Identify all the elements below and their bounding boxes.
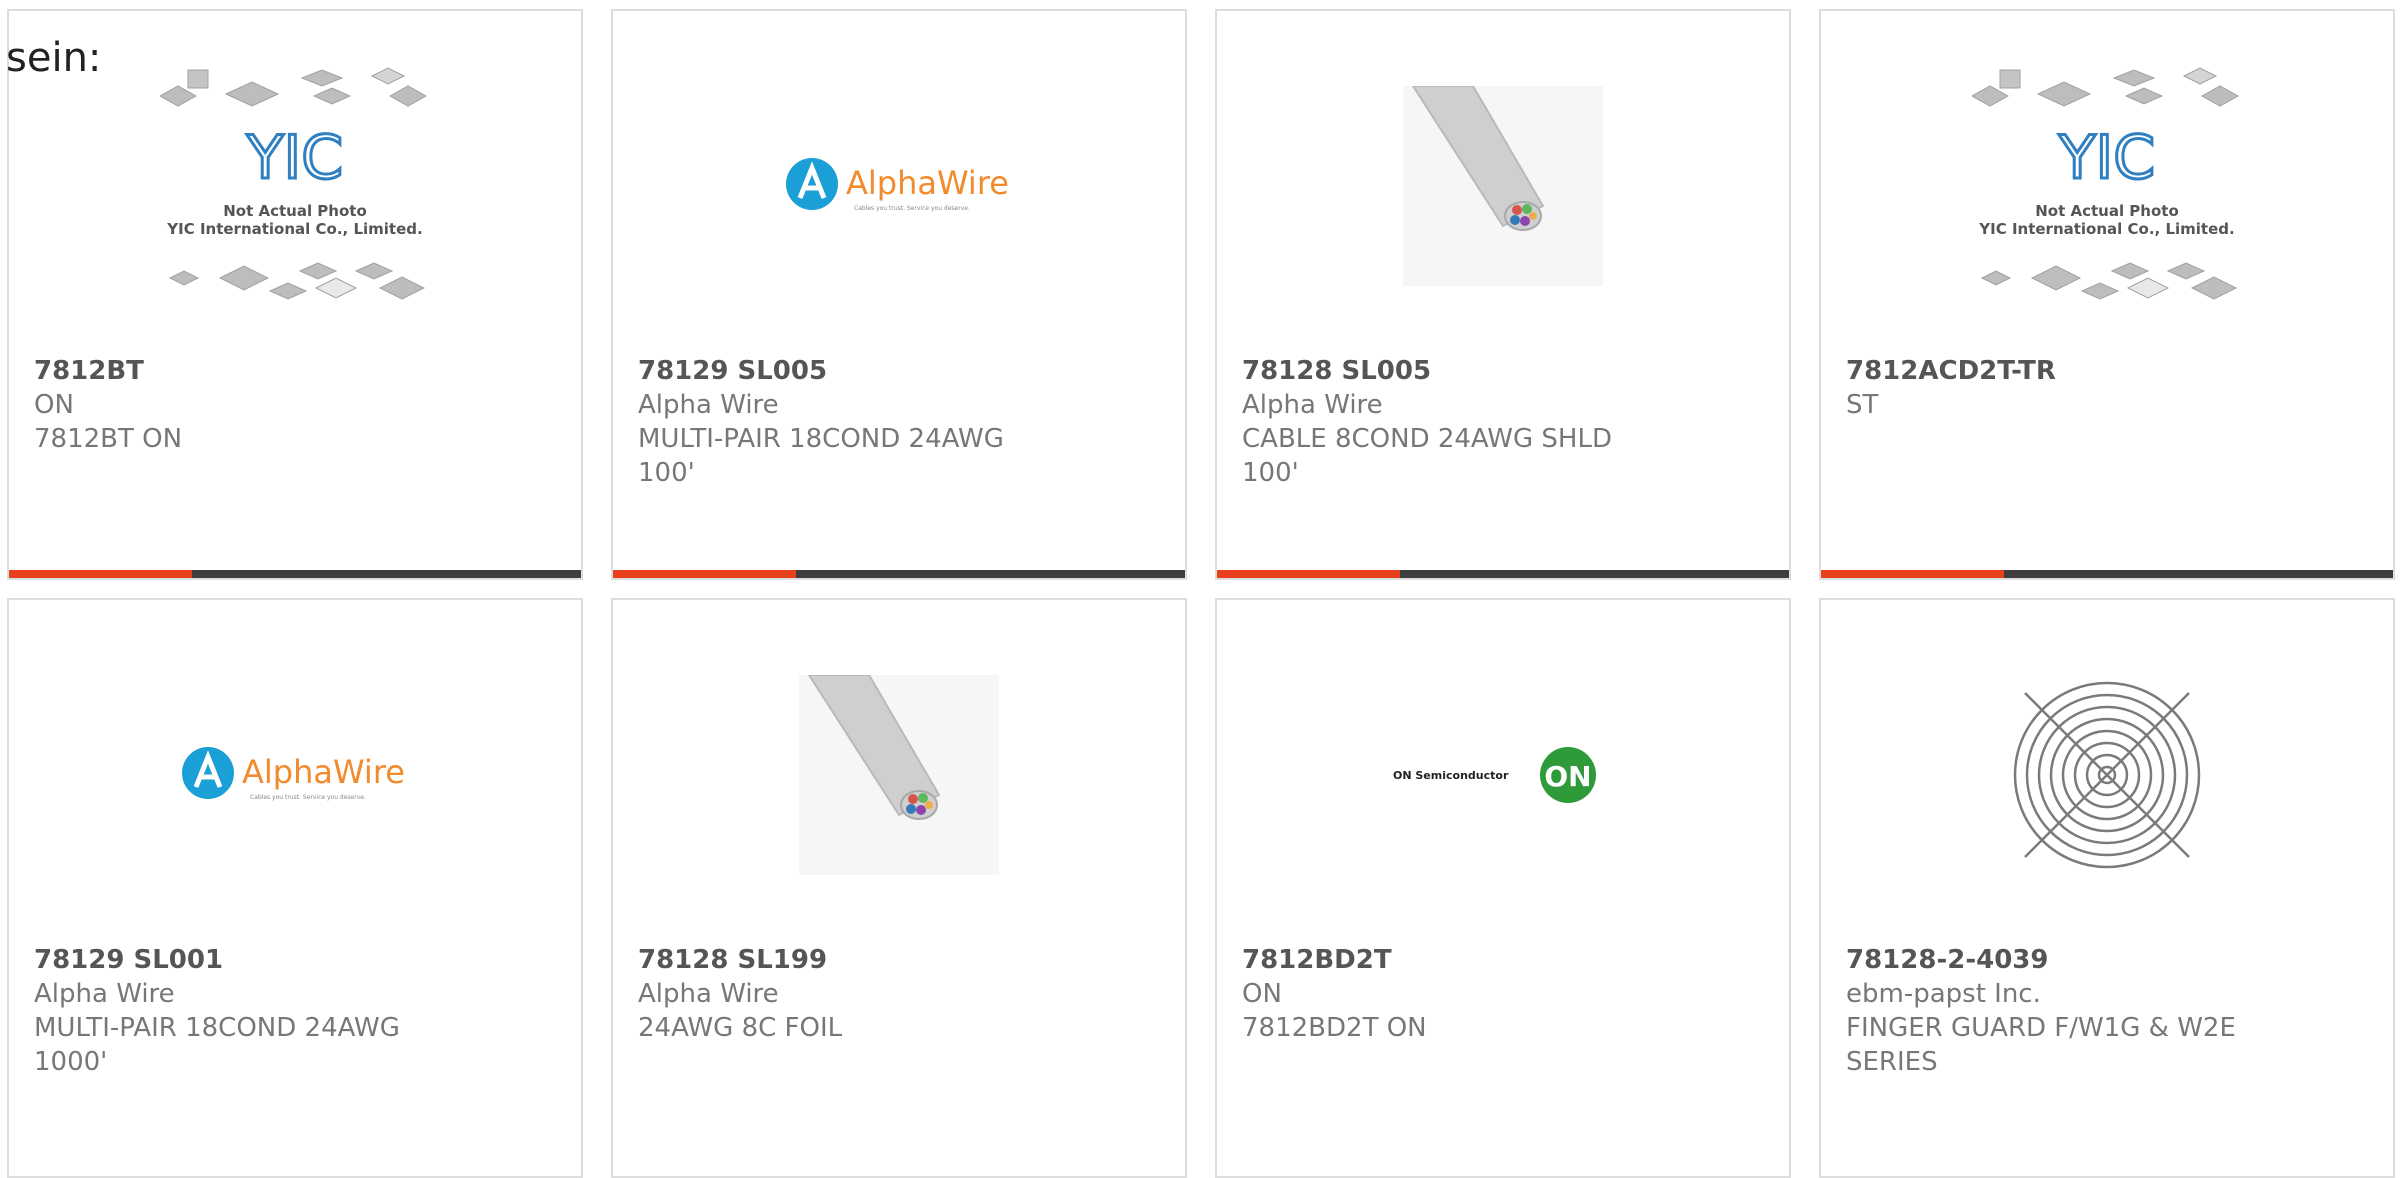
image-caption-line2: YIC International Co., Limited. bbox=[166, 220, 422, 238]
product-image[interactable]: AlphaWire Cables you trust. Service you … bbox=[9, 660, 581, 890]
card-bottom-bar bbox=[1217, 570, 1789, 578]
cable-icon bbox=[799, 675, 999, 875]
manufacturer: ST bbox=[1846, 390, 1879, 420]
product-card[interactable]: YIC Not Actual Photo YIC International C… bbox=[7, 9, 583, 580]
on-semiconductor-logo-icon: ON Semiconductor ON bbox=[1393, 747, 1596, 803]
card-accent bbox=[613, 570, 796, 578]
description: 24AWG 8C FOIL bbox=[638, 1013, 843, 1043]
product-image[interactable]: YIC Not Actual Photo YIC International C… bbox=[1821, 67, 2393, 301]
manufacturer: Alpha Wire bbox=[1242, 390, 1383, 420]
manufacturer: ebm-papst Inc. bbox=[1846, 979, 2041, 1009]
part-number[interactable]: 7812BT bbox=[34, 354, 454, 388]
card-accent bbox=[9, 570, 192, 578]
on-badge-text: ON bbox=[1544, 760, 1591, 793]
alphawire-logo-icon: AlphaWire Cables you trust. Service you … bbox=[786, 158, 1009, 212]
yic-logo-text: YIC bbox=[2058, 123, 2155, 193]
alphawire-tagline: Cables you trust. Service you deserve. bbox=[854, 205, 970, 212]
product-card[interactable]: AlphaWire Cables you trust. Service you … bbox=[611, 9, 1187, 580]
card-bottom-bar bbox=[1821, 570, 2393, 578]
card-bottom-bar bbox=[9, 570, 581, 578]
card-bottom-bar bbox=[613, 570, 1185, 578]
on-semi-logo-text: ON Semiconductor bbox=[1393, 769, 1509, 782]
description: 7812BD2T ON bbox=[1242, 1013, 1427, 1043]
product-card[interactable]: 78128 SL199 Alpha Wire 24AWG 8C FOIL bbox=[611, 598, 1187, 1178]
part-number[interactable]: 78128 SL199 bbox=[638, 943, 1058, 977]
card-accent bbox=[1217, 570, 1400, 578]
product-info: 78128-2-4039 ebm-papst Inc. FINGER GUARD… bbox=[1846, 943, 2266, 1079]
manufacturer: Alpha Wire bbox=[638, 390, 779, 420]
finger-guard-icon bbox=[2013, 681, 2201, 869]
alphawire-logo-text: AlphaWire bbox=[846, 164, 1009, 202]
part-number[interactable]: 78128 SL005 bbox=[1242, 354, 1662, 388]
alphawire-tagline: Cables you trust. Service you deserve. bbox=[250, 794, 366, 801]
product-image[interactable]: AlphaWire Cables you trust. Service you … bbox=[613, 71, 1185, 301]
lead-text: sein: bbox=[6, 35, 102, 81]
manufacturer: Alpha Wire bbox=[638, 979, 779, 1009]
product-info: 78128 SL005 Alpha Wire CABLE 8COND 24AWG… bbox=[1242, 354, 1662, 490]
product-card[interactable]: ON Semiconductor ON 7812BD2T ON 7812BD2T… bbox=[1215, 598, 1791, 1178]
product-info: 78129 SL001 Alpha Wire MULTI-PAIR 18COND… bbox=[34, 943, 454, 1079]
description: MULTI-PAIR 18COND 24AWG 1000' bbox=[34, 1013, 400, 1077]
yic-logo-text: YIC bbox=[246, 123, 343, 193]
product-image[interactable] bbox=[1821, 660, 2393, 890]
card-accent bbox=[1821, 570, 2004, 578]
manufacturer: ON bbox=[1242, 979, 1282, 1009]
product-image[interactable]: ON Semiconductor ON bbox=[1217, 660, 1789, 890]
product-info: 7812ACD2T-TR ST bbox=[1846, 354, 2266, 422]
alphawire-logo-text: AlphaWire bbox=[242, 753, 405, 791]
description: 7812BT ON bbox=[34, 424, 183, 454]
cable-icon bbox=[1403, 86, 1603, 286]
product-image[interactable]: YIC Not Actual Photo YIC International C… bbox=[9, 67, 581, 301]
chip-placeholder-icon: YIC Not Actual Photo YIC International C… bbox=[160, 67, 428, 300]
alphawire-logo-icon: AlphaWire Cables you trust. Service you … bbox=[182, 747, 405, 801]
product-grid: YIC Not Actual Photo YIC International C… bbox=[0, 0, 2400, 1178]
product-info: 78129 SL005 Alpha Wire MULTI-PAIR 18COND… bbox=[638, 354, 1058, 490]
part-number[interactable]: 7812BD2T bbox=[1242, 943, 1662, 977]
product-card[interactable]: AlphaWire Cables you trust. Service you … bbox=[7, 598, 583, 1178]
image-caption-line1: Not Actual Photo bbox=[2035, 202, 2179, 220]
image-caption-line1: Not Actual Photo bbox=[223, 202, 367, 220]
product-card[interactable]: 78128-2-4039 ebm-papst Inc. FINGER GUARD… bbox=[1819, 598, 2395, 1178]
description: FINGER GUARD F/W1G & W2E SERIES bbox=[1846, 1013, 2236, 1077]
image-caption-line2: YIC International Co., Limited. bbox=[1978, 220, 2234, 238]
product-image[interactable] bbox=[613, 660, 1185, 890]
chip-placeholder-icon: YIC Not Actual Photo YIC International C… bbox=[1972, 67, 2240, 300]
description: CABLE 8COND 24AWG SHLD 100' bbox=[1242, 424, 1612, 488]
manufacturer: Alpha Wire bbox=[34, 979, 175, 1009]
product-image[interactable] bbox=[1217, 71, 1789, 301]
product-info: 7812BT ON 7812BT ON bbox=[34, 354, 454, 456]
product-info: 7812BD2T ON 7812BD2T ON bbox=[1242, 943, 1662, 1045]
part-number[interactable]: 78128-2-4039 bbox=[1846, 943, 2266, 977]
product-card[interactable]: YIC Not Actual Photo YIC International C… bbox=[1819, 9, 2395, 580]
manufacturer: ON bbox=[34, 390, 74, 420]
part-number[interactable]: 78129 SL001 bbox=[34, 943, 454, 977]
part-number[interactable]: 7812ACD2T-TR bbox=[1846, 354, 2266, 388]
product-card[interactable]: 78128 SL005 Alpha Wire CABLE 8COND 24AWG… bbox=[1215, 9, 1791, 580]
description: MULTI-PAIR 18COND 24AWG 100' bbox=[638, 424, 1004, 488]
part-number[interactable]: 78129 SL005 bbox=[638, 354, 1058, 388]
product-info: 78128 SL199 Alpha Wire 24AWG 8C FOIL bbox=[638, 943, 1058, 1045]
